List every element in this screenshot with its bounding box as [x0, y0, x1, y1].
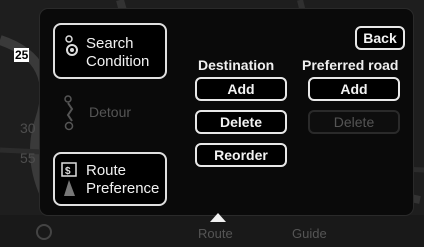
back-button[interactable]: Back — [355, 26, 405, 50]
bottom-tab-guide: Guide — [292, 226, 327, 241]
search-condition-label-1: Search — [86, 35, 134, 52]
destination-reorder-button[interactable]: Reorder — [195, 143, 287, 167]
search-condition-label-2: Condition — [86, 53, 150, 70]
map-speed-label-3: 55 — [20, 150, 36, 166]
route-preference-icon: $ — [61, 162, 77, 196]
route-preference-button[interactable]: $ Route Preference — [53, 152, 167, 206]
preferred-road-add-button[interactable]: Add — [308, 77, 400, 101]
destination-delete-button[interactable]: Delete — [195, 110, 287, 134]
map-speed-label-2: 30 — [20, 120, 36, 136]
search-condition-icon — [65, 35, 78, 56]
destination-heading: Destination — [198, 57, 275, 73]
preferred-road-heading: Preferred road — [302, 57, 399, 73]
detour-button[interactable]: Detour — [53, 91, 167, 135]
bottom-tab-route: Route — [198, 226, 233, 241]
preferred-road-delete-button[interactable]: Delete — [308, 110, 400, 134]
route-preference-label-2: Preference — [86, 180, 160, 197]
map-speed-label-1: 25 — [14, 48, 30, 62]
search-options-panel: Search Condition Detour $ Route Preferen… — [40, 9, 413, 222]
detour-icon — [64, 95, 74, 131]
panel-pointer — [210, 213, 226, 222]
detour-label: Detour — [89, 104, 132, 120]
route-preference-label-1: Route — [86, 162, 127, 179]
destination-add-button[interactable]: Add — [195, 77, 287, 101]
search-condition-button[interactable]: Search Condition — [53, 23, 167, 79]
svg-text:$: $ — [65, 166, 71, 177]
